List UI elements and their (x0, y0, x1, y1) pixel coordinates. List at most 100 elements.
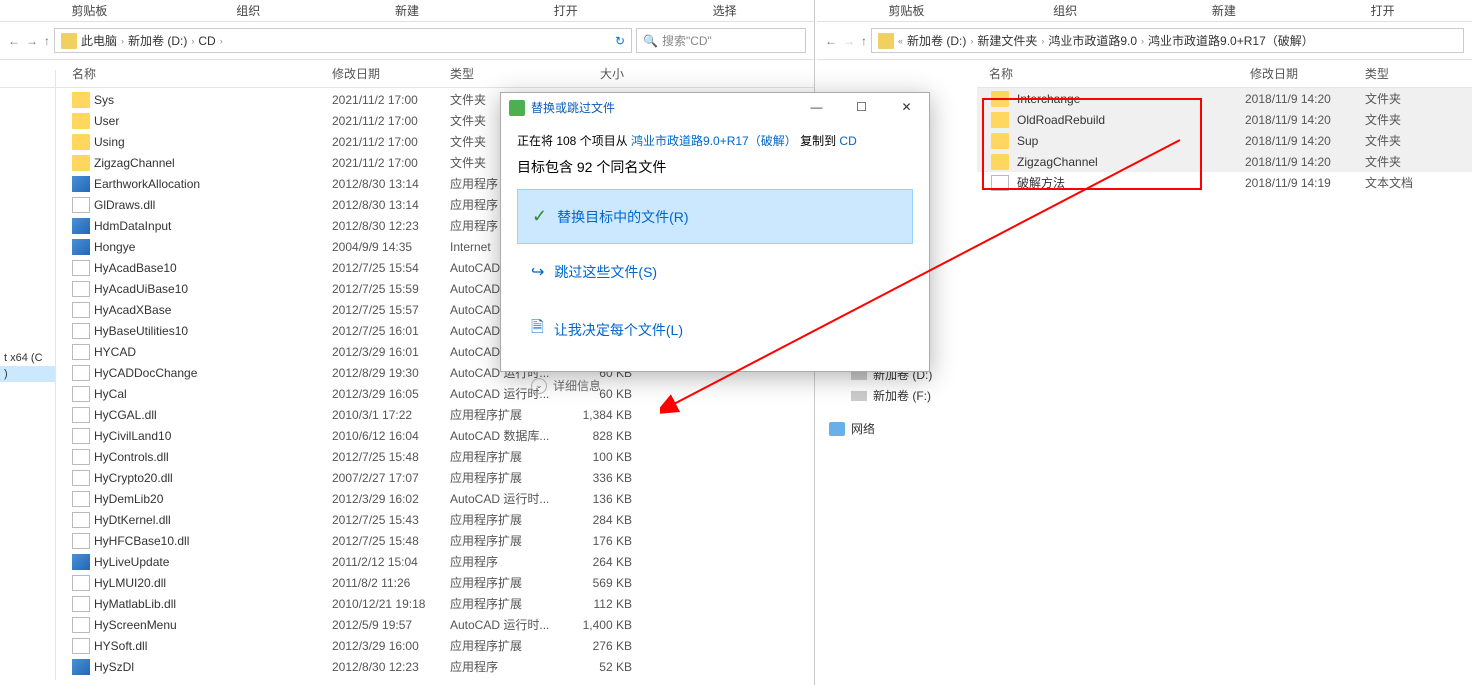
file-name: HyCADDocChange (94, 366, 332, 380)
col-date[interactable]: 修改日期 (1250, 65, 1365, 82)
sidebar-item-selected[interactable]: ) (0, 366, 55, 382)
col-name[interactable]: 名称 (989, 65, 1250, 82)
file-name: HyDemLib20 (94, 492, 332, 506)
up-icon[interactable]: ↑ (44, 34, 50, 48)
file-row[interactable]: 破解方法2018/11/9 14:19文本文档 (977, 172, 1472, 193)
source-link[interactable]: 鸿业市政道路9.0+R17（破解） (631, 134, 797, 148)
col-type[interactable]: 类型 (1365, 65, 1472, 82)
crumb[interactable]: 新加卷 (D:) (907, 32, 966, 49)
columns-header[interactable]: 名称 修改日期 类型 (977, 60, 1472, 88)
file-row[interactable]: Sup2018/11/9 14:20文件夹 (977, 130, 1472, 151)
col-size[interactable]: 大小 (560, 65, 640, 82)
crumb[interactable]: 鸿业市政道路9.0+R17（破解） (1148, 32, 1314, 49)
file-list: Interchange2018/11/9 14:20文件夹OldRoadRebu… (977, 88, 1472, 193)
file-row[interactable]: HyLiveUpdate2011/2/12 15:04应用程序264 KB (58, 551, 814, 572)
dialog-copy-info: 正在将 108 个项目从 鸿业市政道路9.0+R17（破解） 复制到 CD (517, 132, 913, 149)
up-icon[interactable]: ↑ (861, 34, 867, 48)
file-size: 52 KB (560, 660, 632, 674)
file-name: HyDtKernel.dll (94, 513, 332, 527)
file-type: 文件夹 (1365, 153, 1445, 170)
col-date[interactable]: 修改日期 (332, 65, 450, 82)
file-row[interactable]: HyCivilLand102010/6/12 16:04AutoCAD 数据库.… (58, 425, 814, 446)
file-name: HySzDl (94, 660, 332, 674)
file-date: 2004/9/9 14:35 (332, 240, 450, 254)
dll-icon (72, 617, 90, 633)
breadcrumb[interactable]: 此电脑› 新加卷 (D:)› CD› ↻ (54, 28, 632, 53)
file-type: 应用程序扩展 (450, 595, 560, 612)
dll-icon (72, 533, 90, 549)
chevron-down-icon: ⌄ (531, 378, 547, 394)
col-type[interactable]: 类型 (450, 65, 560, 82)
dll-icon (72, 302, 90, 318)
maximize-button[interactable]: ☐ (839, 93, 884, 121)
refresh-icon[interactable]: ↻ (615, 34, 625, 48)
file-type: 文本文档 (1365, 174, 1445, 191)
file-type: 文件夹 (1365, 111, 1445, 128)
file-row[interactable]: HyDemLib202012/3/29 16:02AutoCAD 运行时...1… (58, 488, 814, 509)
crumb[interactable]: 新加卷 (D:) (128, 32, 187, 49)
close-button[interactable]: ✕ (884, 93, 929, 121)
file-date: 2007/2/27 17:07 (332, 471, 450, 485)
decide-option[interactable]: 🗎 让我决定每个文件(L) (517, 300, 913, 359)
file-row[interactable]: HyMatlabLib.dll2010/12/21 19:18应用程序扩展112… (58, 593, 814, 614)
folder-tree-sidebar[interactable]: t x64 (C ) (0, 70, 56, 680)
file-name: EarthworkAllocation (94, 177, 332, 191)
file-row[interactable]: ZigzagChannel2018/11/9 14:20文件夹 (977, 151, 1472, 172)
sidebar-item[interactable]: t x64 (C (0, 350, 55, 366)
file-name: HyScreenMenu (94, 618, 332, 632)
back-icon[interactable]: ← (8, 34, 20, 48)
search-input[interactable]: 🔍 搜索"CD" (636, 28, 806, 53)
details-toggle[interactable]: ⌄ 详细信息 (517, 367, 913, 404)
file-name: HdmDataInput (94, 219, 332, 233)
file-row[interactable]: HYSoft.dll2012/3/29 16:00应用程序扩展276 KB (58, 635, 814, 656)
breadcrumb[interactable]: « 新加卷 (D:)› 新建文件夹› 鸿业市政道路9.0› 鸿业市政道路9.0+… (871, 28, 1464, 53)
file-name: HyCivilLand10 (94, 429, 332, 443)
file-type: AutoCAD 运行时... (450, 490, 560, 507)
file-row[interactable]: HyDtKernel.dll2012/7/25 15:43应用程序扩展284 K… (58, 509, 814, 530)
file-date: 2012/3/29 16:02 (332, 492, 450, 506)
forward-icon[interactable]: → (843, 34, 855, 48)
file-size: 176 KB (560, 534, 632, 548)
file-size: 100 KB (560, 450, 632, 464)
sidebar-item-network[interactable]: 网络 (823, 418, 971, 439)
file-date: 2012/3/29 16:05 (332, 387, 450, 401)
back-icon[interactable]: ← (825, 34, 837, 48)
forward-icon[interactable]: → (26, 34, 38, 48)
app-icon (72, 218, 90, 234)
columns-header[interactable]: 名称 修改日期 类型 大小 (0, 60, 814, 88)
file-name: HyCal (94, 387, 332, 401)
file-name: Interchange (991, 91, 1245, 107)
minimize-button[interactable]: — (794, 93, 839, 121)
file-size: 569 KB (560, 576, 632, 590)
col-name[interactable]: 名称 (72, 65, 332, 82)
file-date: 2011/8/2 11:26 (332, 576, 450, 590)
file-type: 应用程序扩展 (450, 469, 560, 486)
app-icon (72, 659, 90, 675)
skip-option[interactable]: ↪ 跳过这些文件(S) (517, 246, 913, 298)
drive-icon (61, 33, 77, 49)
file-row[interactable]: HyHFCBase10.dll2012/7/25 15:48应用程序扩展176 … (58, 530, 814, 551)
crumb[interactable]: 此电脑 (81, 32, 117, 49)
dest-link[interactable]: CD (839, 134, 856, 148)
file-row[interactable]: Interchange2018/11/9 14:20文件夹 (977, 88, 1472, 109)
file-name: HyLMUI20.dll (94, 576, 332, 590)
ribbon-label: 组织 (169, 2, 328, 19)
dll-icon (72, 491, 90, 507)
file-row[interactable]: HyControls.dll2012/7/25 15:48应用程序扩展100 K… (58, 446, 814, 467)
dll-icon (72, 323, 90, 339)
file-name: HYCAD (94, 345, 332, 359)
file-row[interactable]: HyCrypto20.dll2007/2/27 17:07应用程序扩展336 K… (58, 467, 814, 488)
file-name: HyMatlabLib.dll (94, 597, 332, 611)
file-row[interactable]: OldRoadRebuild2018/11/9 14:20文件夹 (977, 109, 1472, 130)
file-name: HyControls.dll (94, 450, 332, 464)
crumb[interactable]: 新建文件夹 (977, 32, 1037, 49)
file-row[interactable]: HySzDl2012/8/30 12:23应用程序52 KB (58, 656, 814, 677)
folder-icon (72, 155, 90, 171)
file-name: HyAcadXBase (94, 303, 332, 317)
replace-option[interactable]: ✓ 替换目标中的文件(R) (517, 189, 913, 244)
ribbon-label: 剪贴板 (827, 2, 986, 19)
crumb[interactable]: 鸿业市政道路9.0 (1048, 32, 1137, 49)
file-row[interactable]: HyScreenMenu2012/5/9 19:57AutoCAD 运行时...… (58, 614, 814, 635)
file-row[interactable]: HyLMUI20.dll2011/8/2 11:26应用程序扩展569 KB (58, 572, 814, 593)
crumb[interactable]: CD (198, 34, 215, 48)
